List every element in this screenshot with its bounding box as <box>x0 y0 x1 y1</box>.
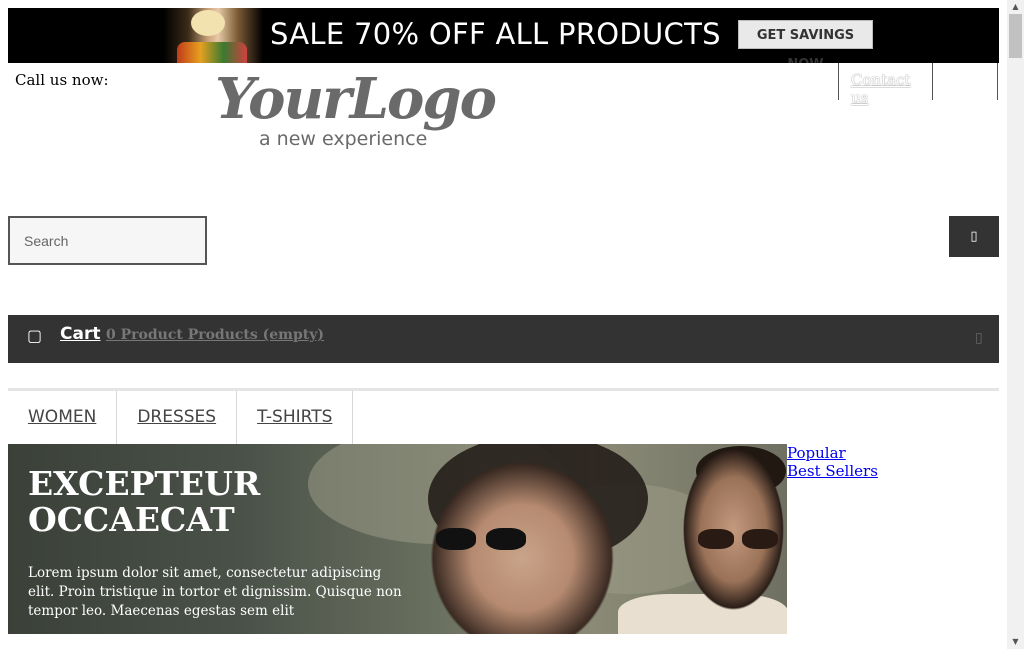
cart-toggle-icon[interactable]: ▯ <box>975 330 983 346</box>
nav-item-women[interactable]: WOMEN <box>8 391 118 444</box>
logo-wordmark: YourLogo <box>215 66 497 132</box>
cart-bar[interactable]: ▢ Cart 0 Product Products (empty) ▯ <box>8 315 999 363</box>
scroll-up-icon[interactable]: ▲ <box>1007 0 1024 14</box>
vertical-scrollbar[interactable]: ▲ ▼ <box>1007 0 1024 649</box>
search-input[interactable] <box>8 216 207 265</box>
hero-description: Lorem ipsum dolor sit amet, consectetur … <box>28 565 402 619</box>
contact-us-link[interactable]: Contact us <box>851 71 932 107</box>
best-sellers-link[interactable]: Best Sellers <box>787 462 878 480</box>
sunglasses-image <box>436 528 528 550</box>
side-links: Popular Best Sellers <box>787 444 878 480</box>
contact-box: Contact us <box>838 63 933 107</box>
call-us-text: Call us now: <box>15 71 109 89</box>
logo-tagline: a new experience <box>259 128 428 150</box>
nav-item-dresses[interactable]: DRESSES <box>117 391 238 444</box>
search-button[interactable]: ▯ <box>949 216 999 257</box>
header-divider <box>997 63 998 100</box>
banner-model-image <box>163 8 263 63</box>
hero-slide[interactable]: EXCEPTEUR OCCAECAT Lorem ipsum dolor sit… <box>8 444 787 634</box>
cart-summary[interactable]: 0 Product Products (empty) <box>106 327 324 343</box>
site-logo[interactable]: YourLogo a new experience <box>215 66 505 154</box>
scroll-thumb[interactable] <box>1009 14 1022 58</box>
hero-title: EXCEPTEUR OCCAECAT <box>28 464 261 539</box>
cart-icon: ▢ <box>27 326 43 345</box>
promo-banner[interactable]: SALE 70% OFF ALL PRODUCTS GET SAVINGS NO… <box>8 8 999 63</box>
get-savings-button[interactable]: GET SAVINGS NOW <box>738 20 873 63</box>
cart-label[interactable]: Cart <box>60 324 100 344</box>
banner-headline: SALE 70% OFF ALL PRODUCTS <box>270 17 721 51</box>
scroll-down-icon[interactable]: ▼ <box>1007 635 1024 649</box>
main-nav: WOMEN DRESSES T-SHIRTS <box>8 391 354 444</box>
popular-link[interactable]: Popular <box>787 444 878 462</box>
nav-item-tshirts[interactable]: T-SHIRTS <box>237 391 354 444</box>
page: SALE 70% OFF ALL PRODUCTS GET SAVINGS NO… <box>0 0 1007 649</box>
search-icon: ▯ <box>970 229 978 244</box>
